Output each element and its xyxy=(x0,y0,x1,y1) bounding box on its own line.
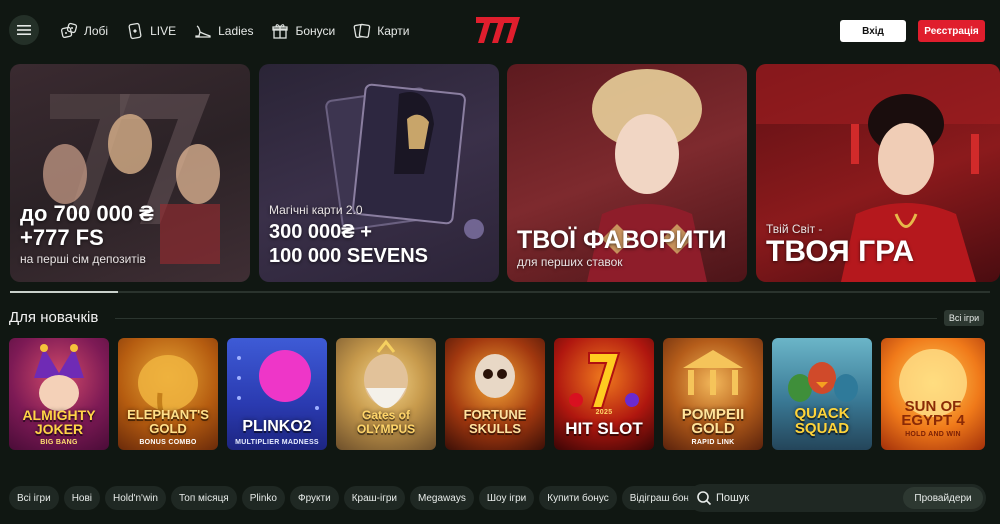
filter-chip-hold-n-win[interactable]: Hold'n'win xyxy=(105,486,166,510)
banner4-kicker: Твій Світ - xyxy=(766,222,823,236)
search-icon xyxy=(697,491,712,506)
game-tile-plinko2[interactable]: PLINKO2 MULTIPLIER MADNESS xyxy=(227,338,327,450)
banner2-sevens: 100 000 SEVENS xyxy=(269,245,428,267)
all-games-button[interactable]: Всі ігри xyxy=(944,310,984,326)
game-subtitle: MULTIPLIER MADNESS xyxy=(235,439,319,446)
game-tile-elephants-gold[interactable]: ELEPHANT'S GOLD BONUS COMBO xyxy=(118,338,218,450)
dice-icon xyxy=(60,22,78,39)
promo-banner-your-world[interactable]: Твій Світ - ТВОЯ ГРА xyxy=(756,64,1000,282)
game-tile-quack-squad[interactable]: QUACK SQUAD xyxy=(772,338,872,450)
promo-banner-welcome-bonus[interactable]: до 700 000 ₴ +777 FS на перші сім депози… xyxy=(10,64,250,282)
live-cards-icon xyxy=(128,22,142,40)
nav-item-cards[interactable]: Карти xyxy=(353,22,410,40)
register-button[interactable]: Реєстрація xyxy=(918,20,985,42)
banner1-caption: на перші сім депозитів xyxy=(20,252,146,266)
banner3-title: ТВОЇ ФАВОРИТИ xyxy=(517,226,727,254)
game-tile-fortune-skulls[interactable]: FORTUNE SKULLS xyxy=(445,338,545,450)
section-title-newcomers: Для новачків xyxy=(9,309,99,326)
gift-icon xyxy=(272,24,289,39)
nav-label-cards: Карти xyxy=(377,24,410,38)
nav-item-bonuses[interactable]: Бонуси xyxy=(271,22,335,40)
nav-item-ladies[interactable]: Ladies xyxy=(194,22,253,40)
section-divider xyxy=(115,318,937,319)
game-subtitle: HOLD AND WIN xyxy=(905,431,961,438)
game-title: POMPEII GOLD xyxy=(681,406,745,437)
nav-label-bonuses: Бонуси xyxy=(295,24,336,38)
cards-icon xyxy=(353,23,371,39)
logo-777[interactable] xyxy=(474,13,522,47)
banner-carousel-progress[interactable] xyxy=(10,291,990,293)
game-title: ALMIGHTY JOKER xyxy=(22,407,96,437)
search-input[interactable] xyxy=(716,488,896,508)
game-title: HIT SLOT xyxy=(565,419,643,438)
high-heel-icon xyxy=(195,25,211,38)
game-tile-hit-slot[interactable]: HIT SLOT 2025 xyxy=(554,338,654,450)
filter-chip-new[interactable]: Нові xyxy=(63,486,101,510)
filter-chip-top-month[interactable]: Топ місяця xyxy=(170,486,237,510)
filter-chip-show[interactable]: Шоу ігри xyxy=(478,486,535,510)
banner4-title: ТВОЯ ГРА xyxy=(766,235,915,268)
banner-carousel-progress-fill xyxy=(10,291,118,293)
nav-label-live: LIVE xyxy=(150,24,177,38)
game-subtitle: 2025 xyxy=(595,409,613,416)
game-subtitle: RAPID LINK xyxy=(691,439,735,446)
game-tile-gates-of-olympus[interactable]: Gates of OLYMPUS xyxy=(336,338,436,450)
banner1-amount: до 700 000 ₴ xyxy=(20,201,154,226)
login-button[interactable]: Вхід xyxy=(840,20,906,42)
game-subtitle: BONUS COMBO xyxy=(139,439,197,446)
promo-banner-favorites[interactable]: ТВОЇ ФАВОРИТИ для перших ставок xyxy=(507,64,747,282)
nav-item-lobby[interactable]: Лобі xyxy=(60,22,108,40)
menu-icon xyxy=(17,25,31,35)
game-title: SUN OF EGYPT 4 xyxy=(901,398,965,429)
nav-label-lobby: Лобі xyxy=(84,24,109,38)
filter-chip-buy-bonus[interactable]: Купити бонус xyxy=(539,486,617,510)
filter-chip-megaways[interactable]: Megaways xyxy=(410,486,474,510)
providers-button[interactable]: Провайдери xyxy=(903,487,983,509)
game-title: FORTUNE SKULLS xyxy=(463,407,527,436)
filter-chip-fruits[interactable]: Фрукти xyxy=(289,486,339,510)
promo-banner-magic-cards[interactable]: Магічні карти 2.0 300 000₴ + 100 000 SEV… xyxy=(259,64,499,282)
category-filter-bar: Всі ігри Нові Hold'n'win Топ місяця Plin… xyxy=(9,486,715,510)
nav-label-ladies: Ladies xyxy=(218,24,254,38)
hamburger-menu-button[interactable] xyxy=(9,15,39,45)
game-tile-sun-of-egypt-4[interactable]: SUN OF EGYPT 4 HOLD AND WIN xyxy=(881,338,985,450)
nav-item-live[interactable]: LIVE xyxy=(126,22,176,40)
main-nav: Лобі LIVE Ladies Бонуси Карти xyxy=(60,20,410,42)
top-header: Лобі LIVE Ladies Бонуси Карти Вхід Реєст… xyxy=(0,0,1000,62)
filter-chip-all[interactable]: Всі ігри xyxy=(9,486,59,510)
game-title: QUACK SQUAD xyxy=(794,405,850,437)
game-title: Gates of OLYMPUS xyxy=(356,408,416,436)
banner2-kicker: Магічні карти 2.0 xyxy=(269,203,363,217)
filter-chip-crash[interactable]: Краш-ігри xyxy=(343,486,406,510)
game-search-bar: Провайдери xyxy=(688,484,986,512)
game-title: ELEPHANT'S GOLD xyxy=(127,407,209,436)
game-title: PLINKO2 xyxy=(242,418,312,435)
game-subtitle: BIG BANG xyxy=(40,439,78,446)
game-tile-pompeii-gold[interactable]: POMPEII GOLD RAPID LINK xyxy=(663,338,763,450)
banner2-amount: 300 000₴ + xyxy=(269,221,372,243)
logo-777-icon xyxy=(476,17,520,43)
banner1-freespins: +777 FS xyxy=(20,225,104,250)
filter-chip-plinko[interactable]: Plinko xyxy=(241,486,285,510)
banner3-caption: для перших ставок xyxy=(517,255,623,269)
game-tile-almighty-joker[interactable]: ALMIGHTY JOKER BIG BANG xyxy=(9,338,109,450)
